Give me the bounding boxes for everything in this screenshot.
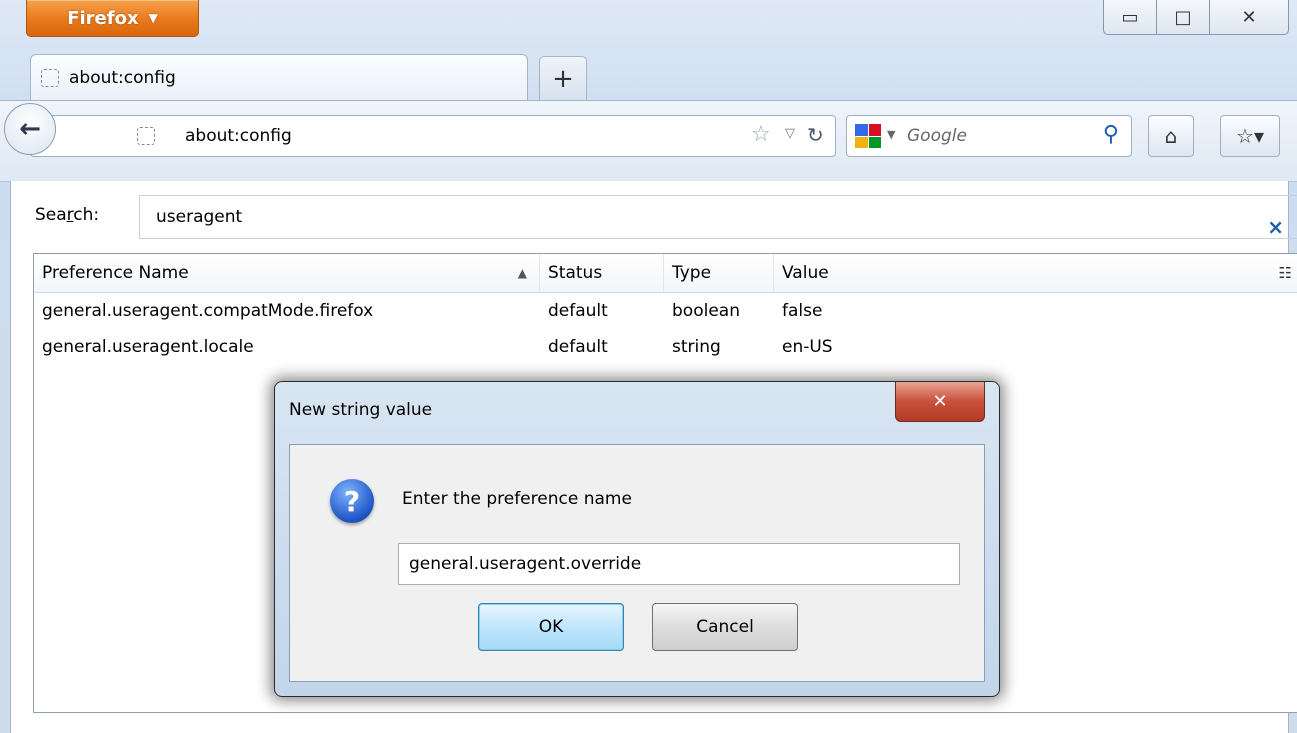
table-row[interactable]: general.useragent.compatMode.firefox def… [34, 293, 1297, 329]
dialog-body: ? Enter the preference name general.user… [289, 444, 985, 682]
column-header-status[interactable]: Status [540, 254, 664, 292]
home-button[interactable]: ⌂ [1148, 115, 1194, 157]
ok-label: OK [538, 617, 564, 637]
close-icon: ✕ [1241, 6, 1257, 28]
minimize-button[interactable]: ▭ [1103, 0, 1157, 35]
maximize-button[interactable]: □ [1157, 0, 1210, 35]
pref-value-cell: en-US [782, 337, 833, 357]
pref-type-cell: boolean [672, 301, 740, 321]
column-header-type[interactable]: Type [664, 254, 774, 292]
cancel-label: Cancel [696, 617, 754, 637]
preference-name-value: general.useragent.override [409, 554, 642, 574]
bookmark-star-icon[interactable]: ☆ [751, 122, 771, 147]
plus-icon: + [552, 64, 574, 94]
firefox-menu-button[interactable]: Firefox ▼ [26, 0, 199, 37]
search-bar[interactable]: ▼ Google ⚲ [846, 115, 1132, 157]
bookmarks-icon: ☆▾ [1236, 124, 1264, 148]
search-input[interactable]: useragent × [139, 195, 1297, 239]
url-bar[interactable]: about:config ☆ ▽ ↻ [30, 115, 836, 157]
browser-window: Firefox ▼ ▭ □ ✕ about:config + about:con… [0, 0, 1297, 733]
tab-title: about:config [69, 67, 176, 88]
new-tab-button[interactable]: + [539, 56, 587, 101]
column-label: Value [782, 263, 829, 283]
navigation-toolbar: about:config ☆ ▽ ↻ ← ▼ Google ⚲ ⌂ ☆▾ [0, 100, 1297, 182]
home-icon: ⌂ [1164, 124, 1178, 148]
column-label: Preference Name [42, 263, 189, 283]
dialog-title: New string value [289, 400, 433, 420]
close-window-button[interactable]: ✕ [1210, 0, 1289, 35]
page-icon [41, 68, 59, 87]
close-icon: ✕ [932, 391, 948, 412]
table-header: Preference Name ▲ Status Type Value ☷ [34, 254, 1297, 293]
maximize-icon: □ [1174, 6, 1192, 28]
search-label: Search: [35, 205, 99, 225]
pref-value-cell: false [782, 301, 823, 321]
dropdown-arrow-icon: ▼ [148, 11, 158, 25]
history-dropdown-icon[interactable]: ▽ [785, 126, 795, 141]
back-button[interactable]: ← [4, 103, 56, 155]
pref-status-cell: default [548, 301, 608, 321]
pref-name-cell: general.useragent.locale [42, 337, 254, 357]
ok-button[interactable]: OK [478, 603, 624, 651]
search-icon[interactable]: ⚲ [1103, 122, 1119, 147]
column-label: Type [672, 263, 712, 283]
minimize-icon: ▭ [1121, 6, 1139, 28]
new-string-dialog: New string value ✕ ? Enter the preferenc… [274, 381, 1000, 697]
preference-name-input[interactable]: general.useragent.override [398, 543, 960, 585]
url-text[interactable]: about:config [185, 116, 292, 156]
column-picker-icon[interactable]: ☷ [1279, 254, 1292, 292]
window-controls: ▭ □ ✕ [1103, 0, 1289, 36]
firefox-menu-label: Firefox [67, 7, 139, 29]
table-row[interactable]: general.useragent.locale default string … [34, 329, 1297, 365]
dialog-close-button[interactable]: ✕ [895, 382, 985, 422]
clear-search-icon[interactable]: × [1267, 206, 1284, 248]
search-input-value: useragent [156, 207, 243, 227]
tab-about-config[interactable]: about:config [30, 54, 528, 100]
dialog-prompt: Enter the preference name [402, 489, 632, 509]
search-label-part: Sea [35, 205, 67, 225]
pref-status-cell: default [548, 337, 608, 357]
reload-icon[interactable]: ↻ [807, 123, 824, 147]
site-identity-icon[interactable] [137, 127, 155, 145]
pref-type-cell: string [672, 337, 721, 357]
column-header-preference-name[interactable]: Preference Name ▲ [34, 254, 540, 292]
column-label: Status [548, 263, 603, 283]
search-placeholder: Google [907, 126, 967, 146]
engine-dropdown-icon[interactable]: ▼ [887, 128, 895, 141]
google-icon[interactable] [855, 124, 881, 148]
cancel-button[interactable]: Cancel [652, 603, 798, 651]
sort-ascending-icon: ▲ [517, 266, 527, 280]
search-label-part: ch: [73, 205, 100, 225]
question-icon: ? [330, 479, 374, 523]
column-header-value[interactable]: Value ☷ [774, 254, 1297, 292]
bookmarks-button[interactable]: ☆▾ [1220, 115, 1280, 157]
pref-name-cell: general.useragent.compatMode.firefox [42, 301, 374, 321]
back-arrow-icon: ← [19, 114, 41, 144]
